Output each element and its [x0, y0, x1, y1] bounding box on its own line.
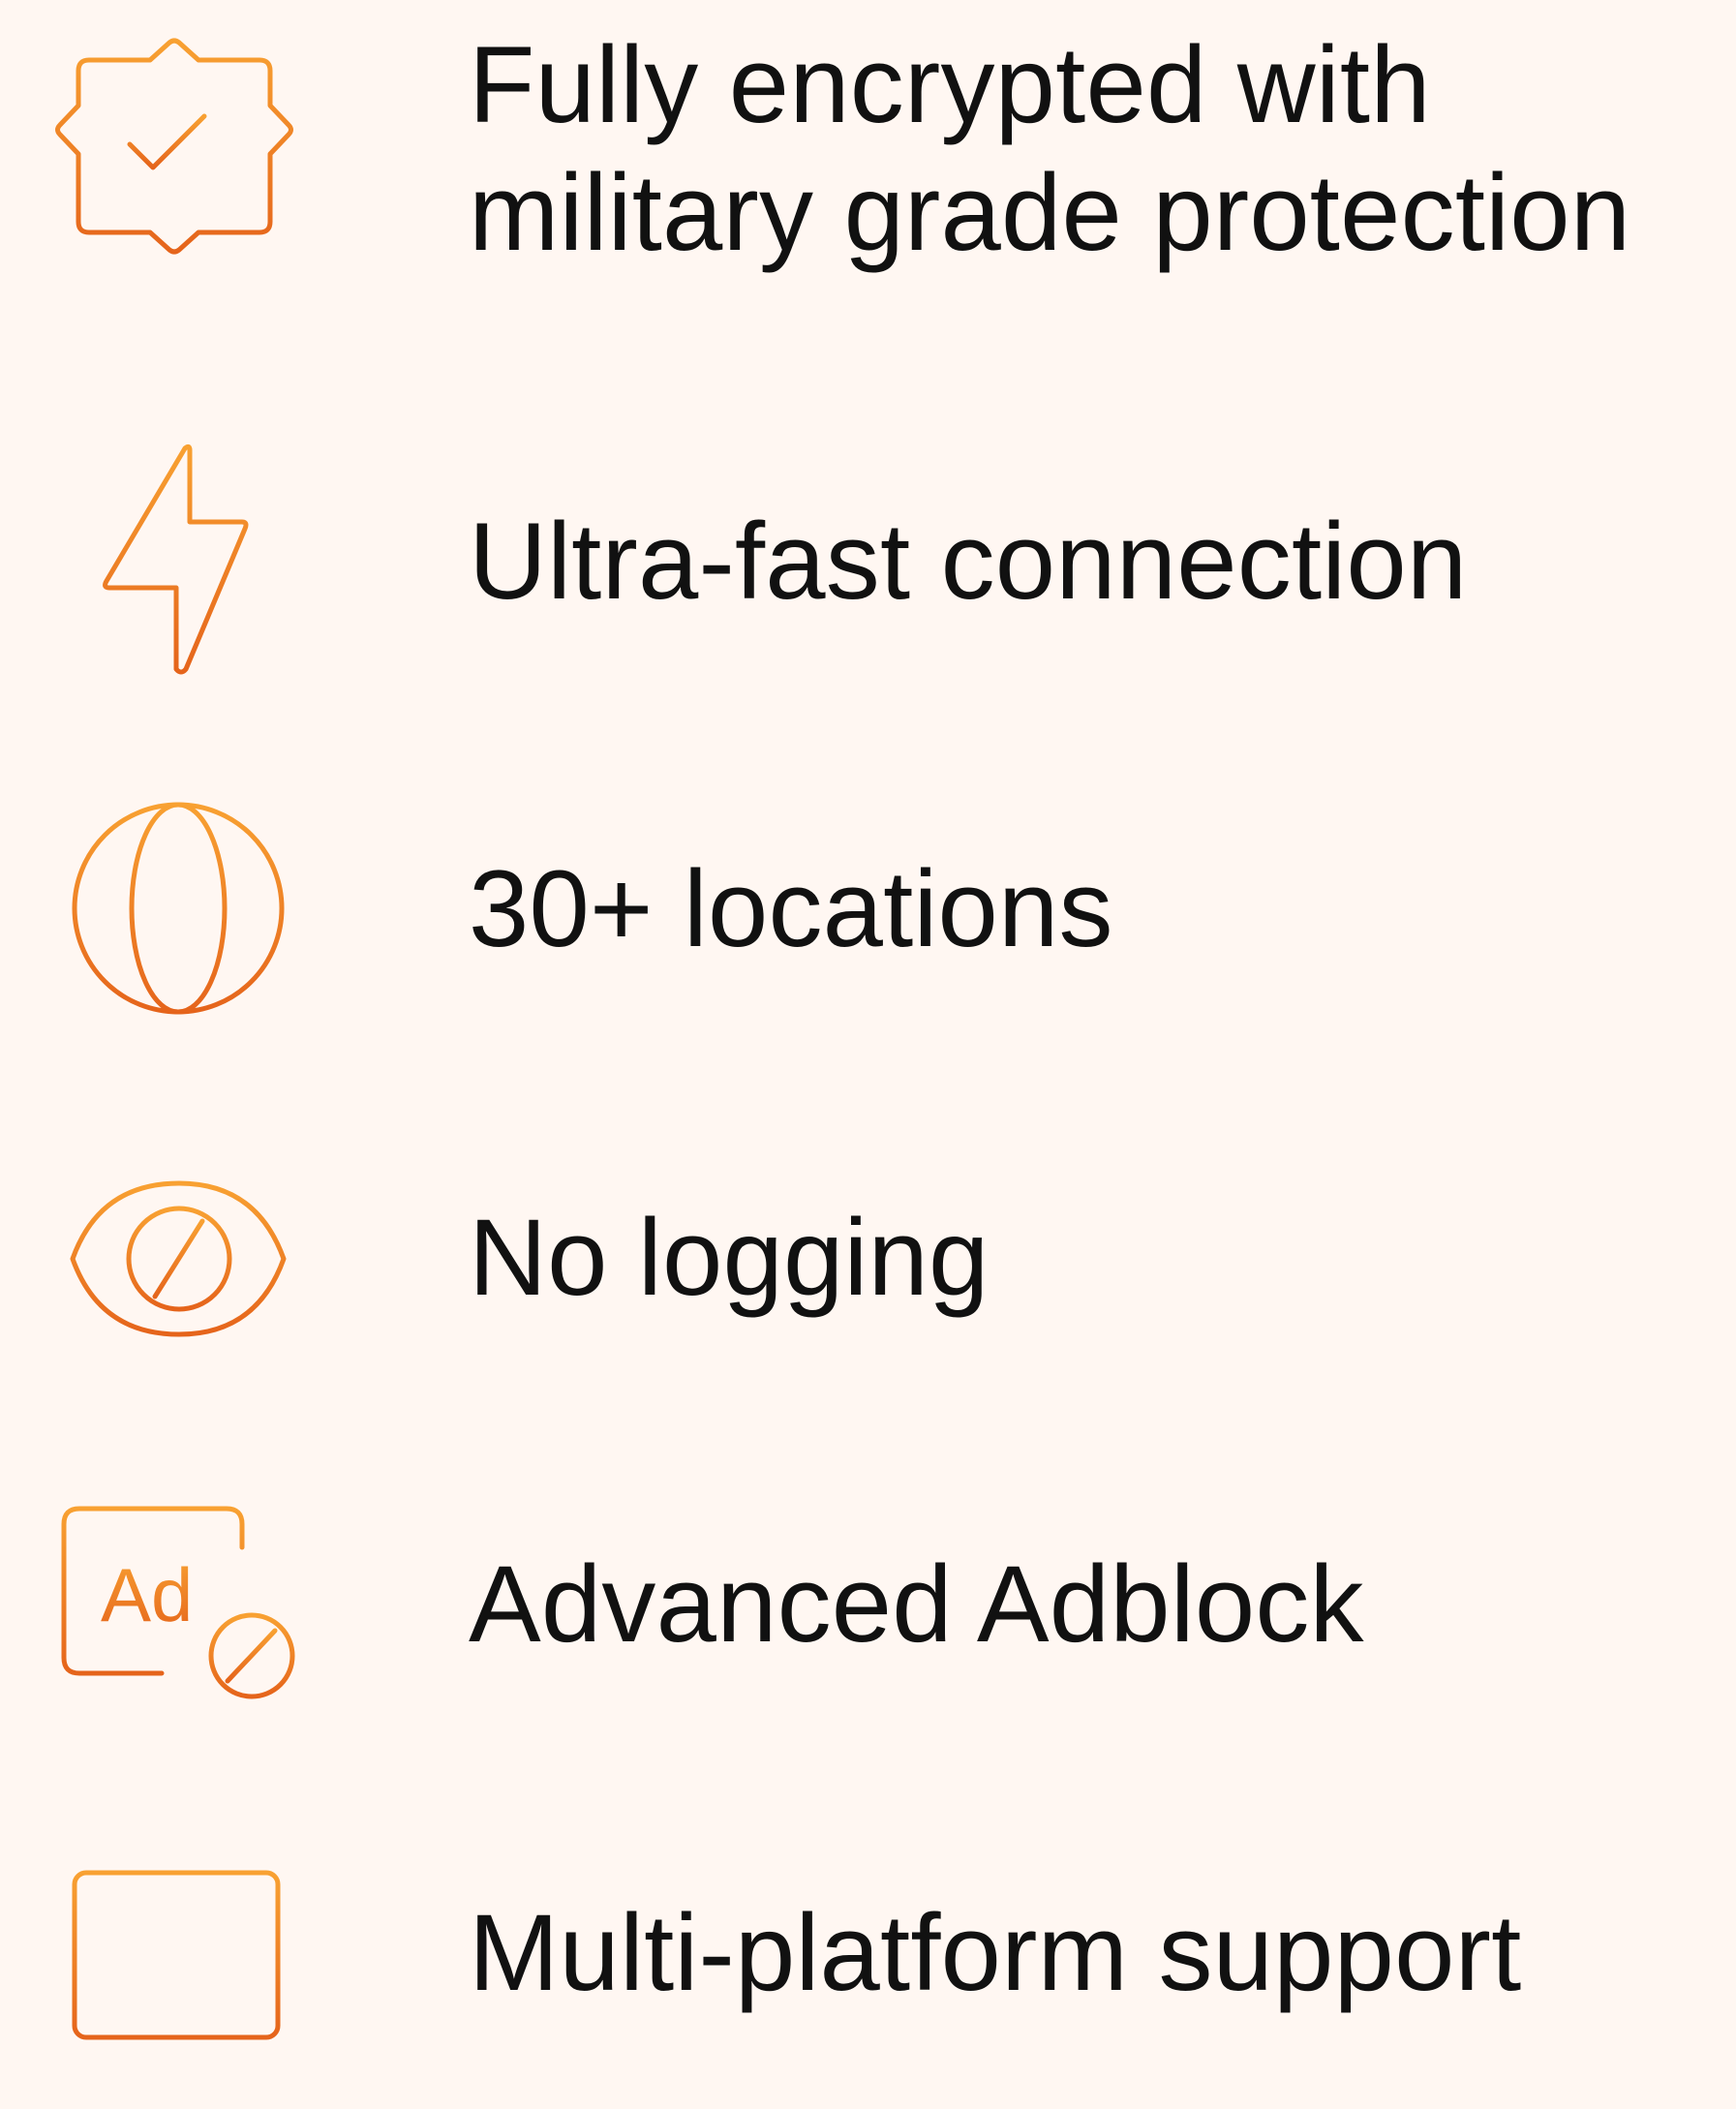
feature-label-no-logging: No logging — [469, 1197, 990, 1318]
globe-icon — [53, 780, 305, 1032]
feature-list: Fully encrypted with military grade prot… — [0, 0, 1736, 2040]
ad-block-icon: Ad — [53, 1499, 305, 1751]
feature-label-line-1: Fully encrypted with — [469, 24, 1431, 145]
feature-label-speed: Ultra-fast connection — [469, 501, 1468, 622]
feature-label-locations: 30+ locations — [469, 848, 1113, 969]
feature-label-multi-platform: Multi-platform support — [469, 1892, 1522, 2013]
eye-slash-icon — [53, 1133, 305, 1385]
feature-label-adblock: Advanced Adblock — [469, 1544, 1364, 1665]
feature-label-line-2: military grade protection — [469, 152, 1631, 273]
feature-label-encryption: Fully encrypted with military grade prot… — [469, 21, 1630, 277]
verified-badge-icon — [53, 35, 305, 287]
browser-window-icon — [53, 1857, 305, 2109]
lightning-bolt-icon — [53, 441, 305, 692]
ad-icon-text: Ad — [101, 1552, 193, 1637]
